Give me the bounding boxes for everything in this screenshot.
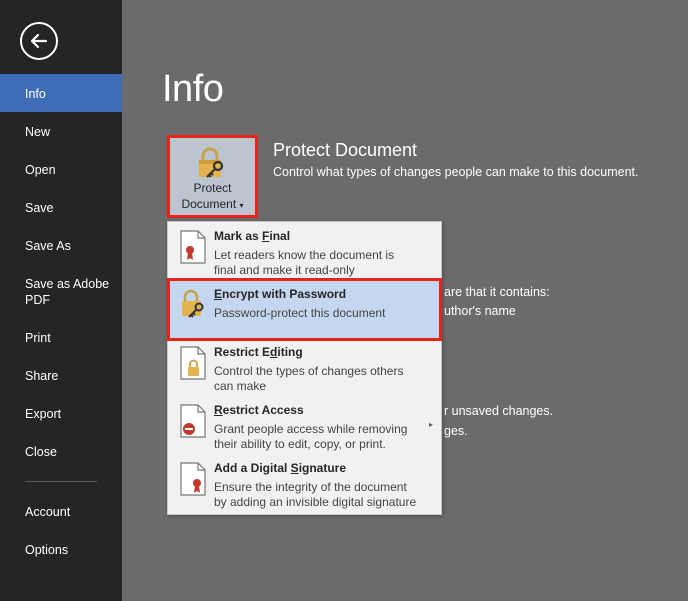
nav-info[interactable]: Info xyxy=(0,74,122,112)
document-signature-icon xyxy=(180,462,206,496)
versions-text-line2: ges. xyxy=(444,424,468,438)
nav-export[interactable]: Export xyxy=(0,406,122,422)
inspect-text-line1: are that it contains: xyxy=(444,285,550,299)
protect-document-menu: Mark as Final Let readers know the docum… xyxy=(167,221,442,515)
nav-divider xyxy=(25,481,97,482)
menu-item-description: Control the types of changes others xyxy=(214,364,404,378)
menu-item-description: Let readers know the document is xyxy=(214,248,395,262)
nav-save[interactable]: Save xyxy=(0,200,122,216)
menu-item-restrict-access[interactable]: Restrict Access Grant people access whil… xyxy=(168,396,441,454)
inspect-text-line2: uthor's name xyxy=(444,304,516,318)
menu-item-title: Add a Digital Signature xyxy=(214,461,347,475)
menu-item-description-2: by adding an invisible digital signature xyxy=(214,495,417,509)
back-button[interactable] xyxy=(20,22,58,60)
nav-save-as-adobe[interactable]: Save as Adobe PDF xyxy=(0,276,122,308)
nav-share[interactable]: Share xyxy=(0,368,122,384)
menu-item-description-2: can make xyxy=(214,379,267,393)
backstage-sidebar: Info New Open Save Save As Save as Adobe… xyxy=(0,0,122,601)
document-restricted-icon xyxy=(180,404,206,438)
back-arrow-icon xyxy=(30,33,48,49)
menu-item-description: Ensure the integrity of the document xyxy=(214,480,407,494)
protect-document-title: Protect Document xyxy=(273,140,418,160)
menu-item-description-2: final and make it read-only xyxy=(214,263,355,277)
protect-document-button[interactable]: Protect Document ▾ xyxy=(167,135,258,218)
protect-document-label-line1: Protect xyxy=(193,181,232,195)
protect-document-label-text: Document xyxy=(181,197,237,211)
nav-new[interactable]: New xyxy=(0,124,122,140)
encrypt-highlight-frame xyxy=(167,278,442,341)
nav-save-as-adobe-line1: Save as Adobe xyxy=(25,277,110,291)
nav-print[interactable]: Print xyxy=(0,330,122,346)
menu-item-title: Restrict Access xyxy=(214,403,304,417)
menu-item-title: Restrict Editing xyxy=(214,345,303,359)
nav-open[interactable]: Open xyxy=(0,162,122,178)
menu-item-mark-as-final[interactable]: Mark as Final Let readers know the docum… xyxy=(168,222,441,280)
menu-item-description-2: their ability to edit, copy, or print. xyxy=(214,437,386,451)
document-ribbon-icon xyxy=(180,230,206,264)
nav-save-as-adobe-line2: PDF xyxy=(25,293,50,307)
versions-text-line1: r unsaved changes. xyxy=(444,404,554,418)
document-lock-icon xyxy=(180,346,206,380)
menu-item-title: Mark as Final xyxy=(214,229,291,243)
menu-item-add-digital-signature[interactable]: Add a Digital Signature Ensure the integ… xyxy=(168,454,441,512)
protect-document-label-line2: Document ▾ xyxy=(170,197,255,211)
dropdown-arrow-icon: ▾ xyxy=(239,201,244,210)
nav-close[interactable]: Close xyxy=(0,444,122,460)
nav-account[interactable]: Account xyxy=(0,504,122,520)
menu-item-restrict-editing[interactable]: Restrict Editing Control the types of ch… xyxy=(168,338,441,396)
submenu-arrow-icon: ▸ xyxy=(428,420,433,429)
page-title: Info xyxy=(162,68,224,110)
lock-key-icon xyxy=(199,147,224,178)
nav-save-as[interactable]: Save As xyxy=(0,238,122,254)
menu-item-description: Grant people access while removing xyxy=(214,422,408,436)
nav-options[interactable]: Options xyxy=(0,542,122,558)
protect-document-description: Control what types of changes people can… xyxy=(273,165,639,179)
